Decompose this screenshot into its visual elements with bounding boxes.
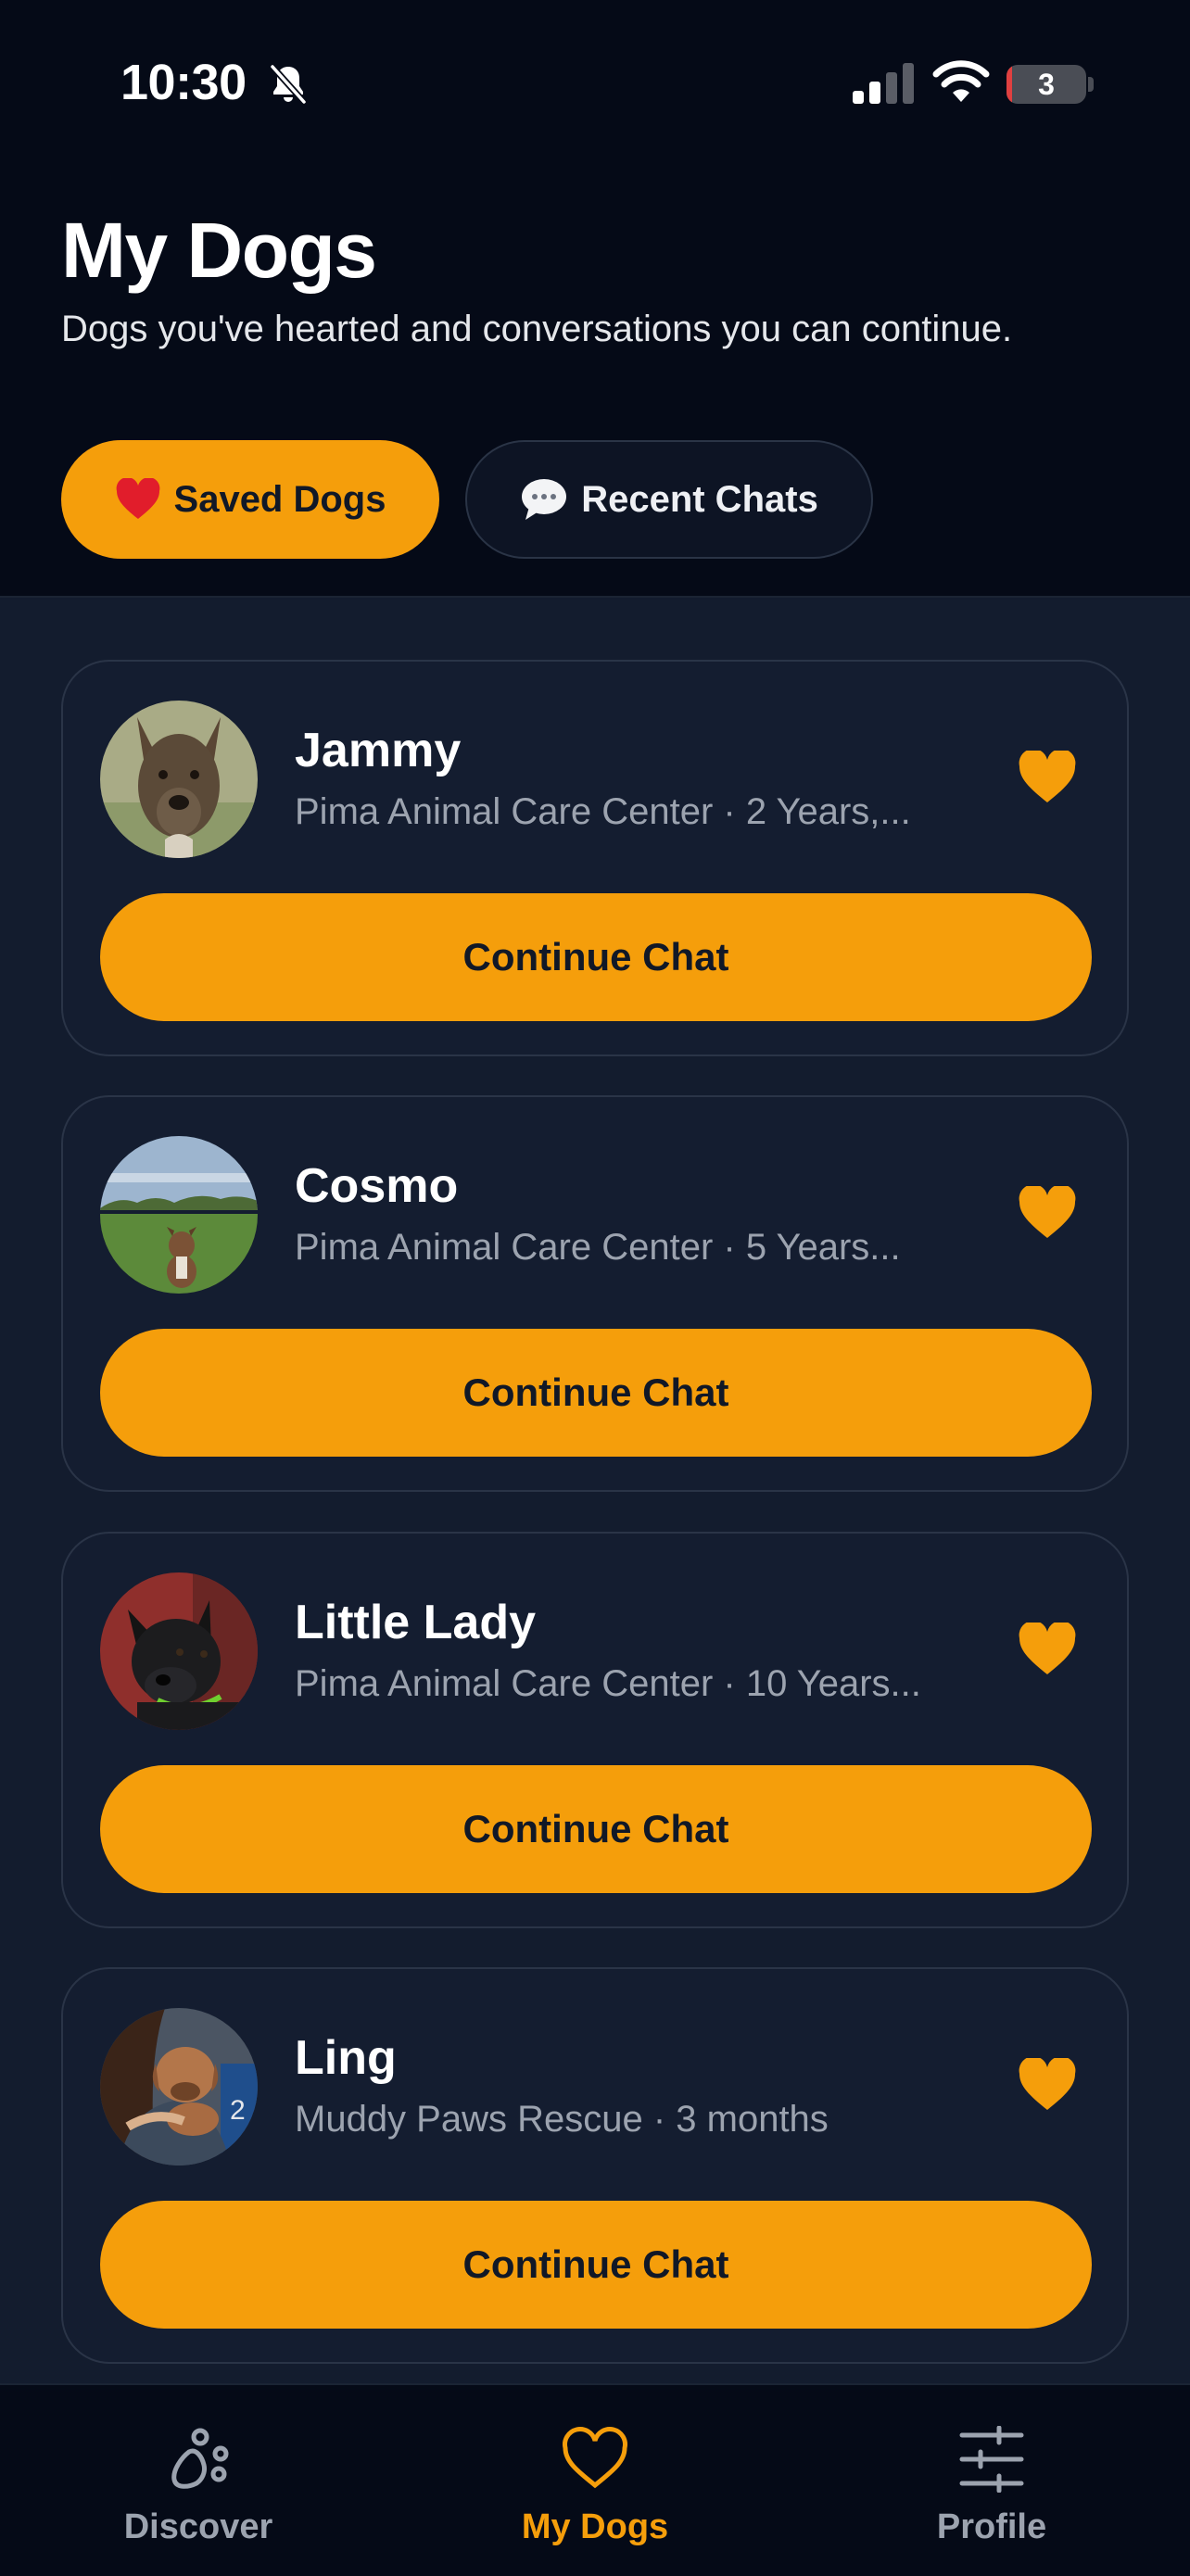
battery-level: 3: [1038, 68, 1055, 101]
tab-recent-chats[interactable]: Recent Chats: [465, 440, 873, 559]
bottom-nav: Discover My Dogs Profile: [0, 2383, 1190, 2576]
dog-avatar[interactable]: 2: [100, 2008, 258, 2166]
dog-name: Cosmo: [295, 1159, 459, 1213]
dog-name: Jammy: [295, 724, 462, 777]
nav-item-my-dogs[interactable]: My Dogs: [456, 2385, 734, 2576]
dog-name: Little Lady: [295, 1596, 537, 1649]
speech-bubble-icon: [520, 477, 568, 522]
heart-filled-icon[interactable]: [1018, 751, 1077, 804]
dog-meta: Muddy Paws Rescue · 3 months: [295, 2099, 829, 2140]
heart-filled-icon[interactable]: [1018, 1186, 1077, 1240]
dog-avatar[interactable]: [100, 701, 258, 858]
tab-saved-dogs[interactable]: Saved Dogs: [61, 440, 439, 559]
continue-chat-button[interactable]: Continue Chat: [100, 1329, 1092, 1457]
tab-recent-chats-label: Recent Chats: [581, 478, 818, 520]
nav-label: Profile: [936, 2507, 1047, 2546]
dog-card: 2 Ling Muddy Paws Rescue · 3 months Cont…: [61, 1967, 1129, 2364]
heart-filled-icon[interactable]: [1018, 1623, 1077, 1676]
heart-emoji-icon: [115, 478, 161, 521]
continue-chat-button[interactable]: Continue Chat: [100, 2201, 1092, 2329]
sliders-icon: [959, 2426, 1024, 2493]
dog-meta: Pima Animal Care Center · 10 Years...: [295, 1663, 921, 1704]
signal-icon: [853, 63, 914, 104]
page-title: My Dogs: [61, 207, 377, 294]
status-time: 10:30: [120, 55, 247, 110]
battery-indicator: 3: [1006, 65, 1086, 104]
nav-item-discover[interactable]: Discover: [59, 2385, 337, 2576]
svg-text:2: 2: [230, 2095, 246, 2126]
dog-card: Cosmo Pima Animal Care Center · 5 Years.…: [61, 1095, 1129, 1492]
dog-name: Ling: [295, 2031, 397, 2085]
dog-meta: Pima Animal Care Center · 5 Years...: [295, 1227, 901, 1268]
tab-saved-dogs-label: Saved Dogs: [173, 478, 386, 520]
nav-label: Discover: [123, 2507, 273, 2546]
wifi-icon: [932, 60, 990, 102]
dog-meta: Pima Animal Care Center · 2 Years,...: [295, 791, 911, 832]
page-subtitle: Dogs you've hearted and conversations yo…: [61, 309, 1013, 349]
nav-item-profile[interactable]: Profile: [853, 2385, 1131, 2576]
dog-card: Little Lady Pima Animal Care Center · 10…: [61, 1532, 1129, 1928]
dog-avatar[interactable]: [100, 1572, 258, 1730]
heart-filled-icon[interactable]: [1018, 2058, 1077, 2112]
continue-chat-button[interactable]: Continue Chat: [100, 893, 1092, 1021]
continue-chat-button[interactable]: Continue Chat: [100, 1765, 1092, 1893]
bell-muted-icon: [270, 64, 307, 105]
dog-avatar[interactable]: [100, 1136, 258, 1294]
header-area: 10:30 3 My Dogs Dogs you've hearted and …: [0, 0, 1190, 598]
dog-card: Jammy Pima Animal Care Center · 2 Years,…: [61, 660, 1129, 1056]
paw-icon: [171, 2428, 229, 2489]
nav-label: My Dogs: [521, 2507, 669, 2546]
heart-outline-icon: [563, 2427, 627, 2489]
